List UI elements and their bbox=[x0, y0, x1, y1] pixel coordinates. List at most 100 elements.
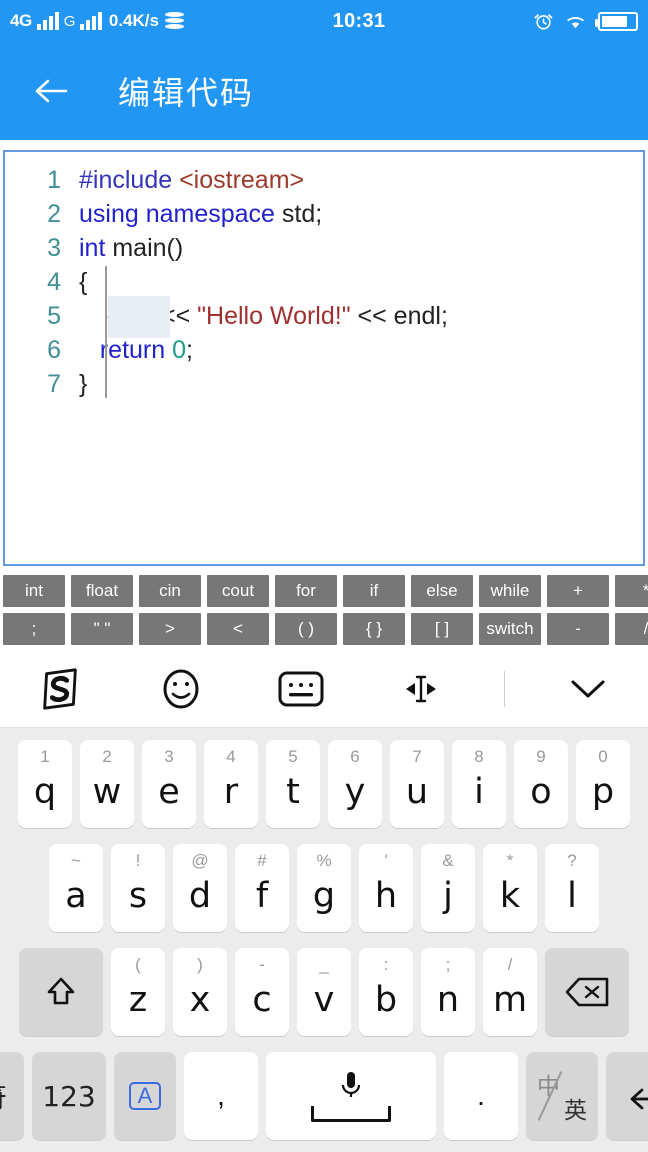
code-shortcut-key[interactable]: / bbox=[613, 611, 648, 647]
code-line[interactable]: 3 int main() bbox=[5, 234, 643, 268]
key-e[interactable]: 3e bbox=[142, 740, 196, 828]
key-i[interactable]: 8i bbox=[452, 740, 506, 828]
toolbar-divider bbox=[482, 670, 528, 707]
enter-key[interactable] bbox=[606, 1052, 648, 1140]
keyboard-row-3[interactable]: (z) x - c _ v: b; n / m bbox=[0, 944, 648, 1040]
code-shortcut-key[interactable]: ; bbox=[1, 611, 67, 647]
keyboard-switch-button[interactable] bbox=[241, 671, 361, 707]
code-shortcut-key[interactable]: for bbox=[273, 573, 339, 609]
key-secondary-label: ' bbox=[384, 851, 388, 870]
shift-key[interactable] bbox=[19, 948, 103, 1036]
key-m[interactable]: / m bbox=[483, 948, 537, 1036]
key-l[interactable]: ? l bbox=[545, 844, 599, 932]
caps-key[interactable]: A bbox=[114, 1052, 176, 1140]
keyboard-row-4[interactable]: 符 123 A , bbox=[0, 1048, 648, 1144]
en-label: 英 bbox=[564, 1097, 587, 1123]
key-t[interactable]: 5t bbox=[266, 740, 320, 828]
code-line[interactable]: 4{ bbox=[5, 268, 643, 302]
code-shortcut-key[interactable]: * bbox=[613, 573, 648, 609]
code-shortcut-key[interactable]: " " bbox=[69, 611, 135, 647]
comma-key[interactable]: , bbox=[184, 1052, 258, 1140]
cursor-move-button[interactable] bbox=[361, 673, 481, 705]
keyboard-toolbar[interactable] bbox=[0, 650, 648, 728]
key-secondary-label: - bbox=[259, 955, 265, 974]
key-d[interactable]: @ d bbox=[173, 844, 227, 932]
keyboard-row-2[interactable]: ~ a! s @ d # f% g ' h & j * k? l bbox=[0, 840, 648, 936]
key-secondary-label: * bbox=[506, 851, 514, 870]
key-secondary-label: 6 bbox=[350, 747, 360, 766]
key-o[interactable]: 9o bbox=[514, 740, 568, 828]
code-shortcut-key[interactable]: > bbox=[137, 611, 203, 647]
key-y[interactable]: 6y bbox=[328, 740, 382, 828]
backspace-key[interactable] bbox=[545, 948, 629, 1036]
code-shortcut-key[interactable]: else bbox=[409, 573, 475, 609]
emoji-button[interactable] bbox=[120, 667, 240, 711]
key-u[interactable]: 7u bbox=[390, 740, 444, 828]
code-lines[interactable]: 1 #include <iostream> 2 using namespace std… bbox=[5, 152, 643, 404]
key-r[interactable]: 4r bbox=[204, 740, 258, 828]
key-g[interactable]: % g bbox=[297, 844, 351, 932]
code-shortcut-key[interactable]: cin bbox=[137, 573, 203, 609]
code-shortcut-key[interactable]: cout bbox=[205, 573, 271, 609]
code-shortcut-bar[interactable]: intfloatcincoutforifelsewhile+* ;" "><( … bbox=[0, 572, 648, 648]
phone-screen: 4G G 0.4K/s 10:31 编辑代码 1 #include <iostr… bbox=[0, 0, 648, 1152]
key-label: u bbox=[405, 771, 429, 812]
space-key[interactable] bbox=[266, 1052, 436, 1140]
collapse-keyboard-button[interactable] bbox=[528, 678, 648, 700]
code-line[interactable]: 5 cout << "Hello World!" << endl; bbox=[5, 302, 643, 336]
key-k[interactable]: * k bbox=[483, 844, 537, 932]
key-label: a bbox=[65, 875, 87, 916]
key-label: m bbox=[492, 979, 528, 1020]
code-line[interactable]: 1 #include <iostream> bbox=[5, 166, 643, 200]
selection-highlight bbox=[108, 296, 170, 338]
key-f[interactable]: # f bbox=[235, 844, 289, 932]
code-shortcut-key[interactable]: float bbox=[69, 573, 135, 609]
key-label: x bbox=[189, 979, 211, 1020]
network-type-secondary: G bbox=[63, 12, 76, 30]
key-v[interactable]: _ v bbox=[297, 948, 351, 1036]
key-label: b bbox=[374, 979, 398, 1020]
code-shortcut-key[interactable]: - bbox=[545, 611, 611, 647]
key-p[interactable]: 0p bbox=[576, 740, 630, 828]
key-q[interactable]: 1q bbox=[18, 740, 72, 828]
key-n[interactable]: ; n bbox=[421, 948, 475, 1036]
code-shortcut-key[interactable]: + bbox=[545, 573, 611, 609]
key-c[interactable]: -c bbox=[235, 948, 289, 1036]
code-shortcut-key[interactable]: int bbox=[1, 573, 67, 609]
key-j[interactable]: & j bbox=[421, 844, 475, 932]
line-number: 1 bbox=[47, 166, 61, 194]
key-x[interactable]: ) x bbox=[173, 948, 227, 1036]
code-editor[interactable]: 1 #include <iostream> 2 using namespace std… bbox=[3, 150, 645, 566]
code-shortcut-key[interactable]: switch bbox=[477, 611, 543, 647]
key-label: h bbox=[374, 875, 398, 916]
period-key[interactable]: . bbox=[444, 1052, 518, 1140]
key-a[interactable]: ~ a bbox=[49, 844, 103, 932]
numbers-key[interactable]: 123 bbox=[32, 1052, 106, 1140]
back-arrow-icon[interactable] bbox=[32, 76, 72, 106]
language-toggle-key[interactable]: 中 英 bbox=[526, 1052, 598, 1140]
key-w[interactable]: 2w bbox=[80, 740, 134, 828]
key-z[interactable]: (z bbox=[111, 948, 165, 1036]
network-speed: 0.4K/s bbox=[108, 11, 159, 30]
key-b[interactable]: :b bbox=[359, 948, 413, 1036]
code-shortcut-row-2[interactable]: ; " " > <( ){ }[ ] switch - / bbox=[0, 610, 648, 648]
key-secondary-label: 0 bbox=[598, 747, 608, 766]
code-shortcut-key[interactable]: < bbox=[205, 611, 271, 647]
code-line[interactable]: 6 return 0; bbox=[5, 336, 643, 370]
key-secondary-label: _ bbox=[319, 955, 329, 974]
sogou-logo-button[interactable] bbox=[0, 666, 120, 712]
code-shortcut-key[interactable]: { } bbox=[341, 611, 407, 647]
key-s[interactable]: ! s bbox=[111, 844, 165, 932]
key-h[interactable]: ' h bbox=[359, 844, 413, 932]
code-line[interactable]: 7} bbox=[5, 370, 643, 404]
symbols-key[interactable]: 符 bbox=[0, 1052, 24, 1140]
code-shortcut-key[interactable]: while bbox=[477, 573, 543, 609]
keyboard-rows[interactable]: 1q2w3e4r5t6y7u8i9o0p ~ a! s @ d # f% g ' h & j * k? l … bbox=[0, 728, 648, 1144]
code-shortcut-row-1[interactable]: intfloatcincoutforifelsewhile+* bbox=[0, 572, 648, 610]
code-shortcut-key[interactable]: [ ] bbox=[409, 611, 475, 647]
code-shortcut-key[interactable]: ( ) bbox=[273, 611, 339, 647]
soft-keyboard[interactable]: 1q2w3e4r5t6y7u8i9o0p ~ a! s @ d # f% g ' h & j * k? l … bbox=[0, 650, 648, 1152]
keyboard-row-1[interactable]: 1q2w3e4r5t6y7u8i9o0p bbox=[0, 736, 648, 832]
code-shortcut-key[interactable]: if bbox=[341, 573, 407, 609]
code-line[interactable]: 2 using namespace std; bbox=[5, 200, 643, 234]
